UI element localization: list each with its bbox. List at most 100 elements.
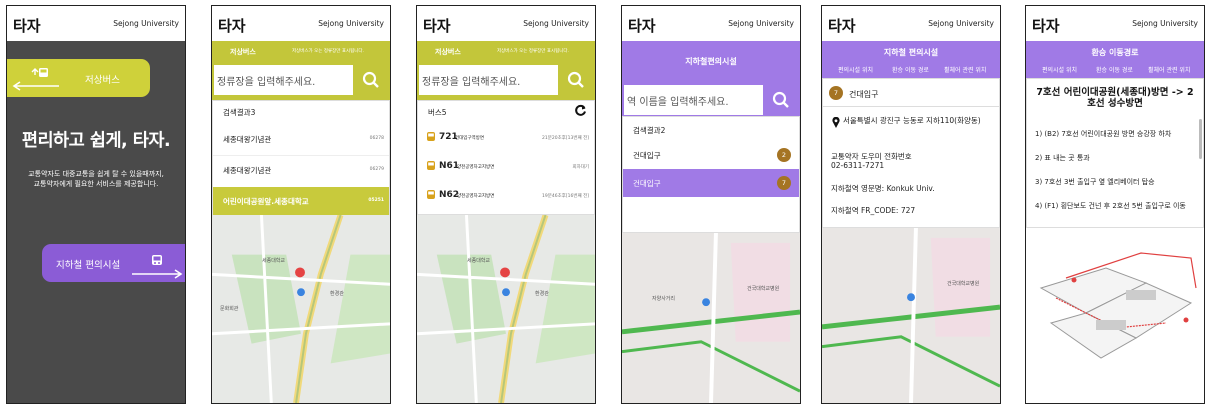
location-pin-icon (832, 117, 840, 128)
english-name: 지하철역 영문명: Konkuk Univ. (831, 184, 935, 193)
search-icon (772, 91, 789, 108)
bus-bar-note: 저상버스가 오는 정류장만 표시됩니다. (292, 49, 364, 54)
search-bar: 정류장을 입력해주세요. (417, 62, 595, 100)
university-label: Sejong University (1132, 19, 1198, 28)
result-count: 검색결과3 (223, 108, 256, 117)
tab-transfer-route[interactable]: 환승 이동 경로 (1096, 65, 1133, 74)
app-title: 타자 (1032, 17, 1060, 35)
result-item[interactable]: 세종대왕기념관 06279 (213, 155, 389, 185)
station-name: 건대입구 (849, 90, 879, 99)
result-code: 05251 (368, 198, 384, 203)
subway-header-title: 지하철편의시설 (685, 57, 737, 66)
search-icon (567, 71, 584, 88)
university-label: Sejong University (318, 19, 384, 28)
app-header: 타자 Sejong University (822, 6, 1000, 41)
app-title: 타자 (423, 17, 451, 35)
description: 교통약자도 대중교통을 쉽게 탈 수 있을때까지, 교통약자에게 필요한 서비스… (7, 169, 185, 189)
refresh-icon[interactable] (574, 104, 587, 117)
bus-bar-title: 저상버스 (230, 48, 256, 56)
station-diagram (1026, 228, 1204, 403)
station-diagram-graphic (1039, 252, 1197, 359)
route-title: 7호선 어린이대공원(세종대)방면 -> 2호선 성수방면 (1036, 87, 1194, 109)
bus-menu-button[interactable]: 저상버스 (7, 59, 150, 97)
description-line-2: 교통약자에게 필요한 서비스를 제공합니다. (33, 180, 159, 188)
results-panel: 검색결과3 세종대왕기념관 06278 세종대왕기념관 06279 어린이대공원… (212, 100, 390, 216)
map-view[interactable]: 건국대학교병원 (822, 228, 1000, 403)
stop-search-input[interactable]: 정류장을 입력해주세요. (214, 65, 353, 95)
subway-header: 지하철편의시설 (622, 41, 800, 84)
screen-transfer-route: 타자 Sejong University 환승 이동경로 편의시설 위치 환승 … (1025, 5, 1205, 404)
result-count: 검색결과2 (633, 126, 666, 135)
result-code: 06279 (369, 167, 384, 172)
map-view[interactable]: 건국대학교병원 자양사거리 (622, 233, 800, 403)
screen-subway-search: 타자 Sejong University 지하철편의시설 역 이름을 입력해주세… (621, 5, 801, 404)
bus-icon (427, 161, 435, 170)
bus-bar-title: 저상버스 (435, 48, 461, 56)
bus-item[interactable]: N61 양천공영차고지방면 회차대기 (418, 156, 594, 180)
station-search-input[interactable]: 역 이름을 입력해주세요. (624, 85, 763, 115)
screen-home: 타자 Sejong University 저상버스 편리하고 쉽게, 타자. 교… (6, 5, 186, 404)
bus-bar: 저상버스 저상버스가 오는 정류장만 표시됩니다. (212, 41, 390, 62)
search-button[interactable] (765, 85, 796, 115)
bus-bar-note: 저상버스가 오는 정류장만 표시됩니다. (497, 49, 569, 54)
university-label: Sejong University (928, 19, 994, 28)
result-item[interactable]: 세종대왕기념관 06278 (213, 125, 389, 155)
bus-destination: 양천공영차고지방면 (457, 165, 495, 170)
tab-facility-location[interactable]: 편의시설 위치 (838, 65, 873, 74)
subway-header-title: 지하철 편의시설 (883, 48, 939, 57)
station-address: 서울특별시 광진구 능동로 지하110(화양동) (843, 116, 981, 125)
app-title: 타자 (218, 17, 246, 35)
university-label: Sejong University (728, 19, 794, 28)
map-view[interactable]: 세종대학교 환경관 (417, 215, 595, 403)
results-panel: 검색결과2 건대입구 2 건대입구 7 (622, 116, 800, 233)
search-bar: 역 이름을 입력해주세요. (622, 84, 800, 116)
fr-code: 지하철역 FR_CODE: 727 (831, 206, 916, 215)
screen-station-info: 타자 Sejong University 지하철 편의시설 편의시설 위치 환승… (821, 5, 1001, 404)
result-name: 어린이대공원앞.세종대학교 (223, 197, 309, 206)
bus-item[interactable]: N62 양천공영차고지방면 19분46초후[16번째 전] (418, 185, 594, 209)
result-code: 06278 (369, 136, 384, 141)
app-header: 타자 Sejong University (212, 6, 390, 41)
result-name: 세종대왕기념관 (223, 135, 272, 144)
bus-count: 버스5 (428, 108, 447, 117)
bus-destination: 양천공영차고지방면 (457, 194, 495, 199)
bus-icon (31, 68, 48, 77)
bus-panel: 버스5 721 건대입구역방면 21분20초후[13번째 전] N61 양천공영… (417, 100, 595, 215)
map-graphic (822, 228, 1000, 403)
subway-menu-button[interactable]: 지하철 편의시설 (42, 244, 185, 282)
subway-menu-label: 지하철 편의시설 (56, 260, 121, 271)
scrollbar[interactable] (1199, 119, 1202, 159)
bus-arrival: 회차대기 (572, 165, 589, 170)
app-title: 타자 (13, 17, 41, 35)
app-title: 타자 (828, 17, 856, 35)
screenshot-root: 타자 Sejong University 저상버스 편리하고 쉽게, 타자. 교… (0, 0, 1211, 408)
map-graphic (212, 215, 390, 403)
tab-wheelchair[interactable]: 휠체어 관련 위치 (1148, 65, 1190, 74)
route-step: 4) (F1) 횡단보도 건넌 후 2호선 5번 출입구로 이동 (1035, 202, 1186, 210)
station-item[interactable]: 건대입구 2 (623, 141, 799, 169)
subway-header: 환승 이동경로 편의시설 위치 환승 이동 경로 휠체어 관련 위치 (1026, 41, 1204, 78)
line-badge: 7 (777, 176, 791, 190)
result-name: 세종대왕기념관 (223, 166, 272, 175)
screen-bus-search: 타자 Sejong University 저상버스 저상버스가 오는 정류장만 … (211, 5, 391, 404)
stop-search-input[interactable]: 정류장을 입력해주세요. (419, 65, 558, 95)
headline: 편리하고 쉽게, 타자. (21, 131, 171, 151)
search-button[interactable] (355, 65, 386, 95)
tab-facility-location[interactable]: 편의시설 위치 (1042, 65, 1077, 74)
search-bar: 정류장을 입력해주세요. (212, 62, 390, 100)
search-icon (362, 71, 379, 88)
line-badge: 7 (829, 86, 843, 100)
map-graphic (417, 215, 595, 403)
tab-wheelchair[interactable]: 휠체어 관련 위치 (944, 65, 986, 74)
screen-bus-list: 타자 Sejong University 저상버스 저상버스가 오는 정류장만 … (416, 5, 596, 404)
search-button[interactable] (560, 65, 591, 95)
phone-number[interactable]: 02-6311-7271 (831, 161, 884, 170)
map-view[interactable]: 세종대학교 환경관 문화회관 (212, 215, 390, 403)
line-badge: 2 (777, 148, 791, 162)
station-name: 건대입구 (633, 151, 661, 160)
app-title: 타자 (628, 17, 656, 35)
station-item-selected[interactable]: 건대입구 7 (623, 169, 799, 197)
tab-transfer-route[interactable]: 환승 이동 경로 (892, 65, 929, 74)
result-item-selected[interactable]: 어린이대공원앞.세종대학교 05251 (213, 187, 389, 216)
bus-item[interactable]: 721 건대입구역방면 21분20초후[13번째 전] (418, 127, 594, 151)
